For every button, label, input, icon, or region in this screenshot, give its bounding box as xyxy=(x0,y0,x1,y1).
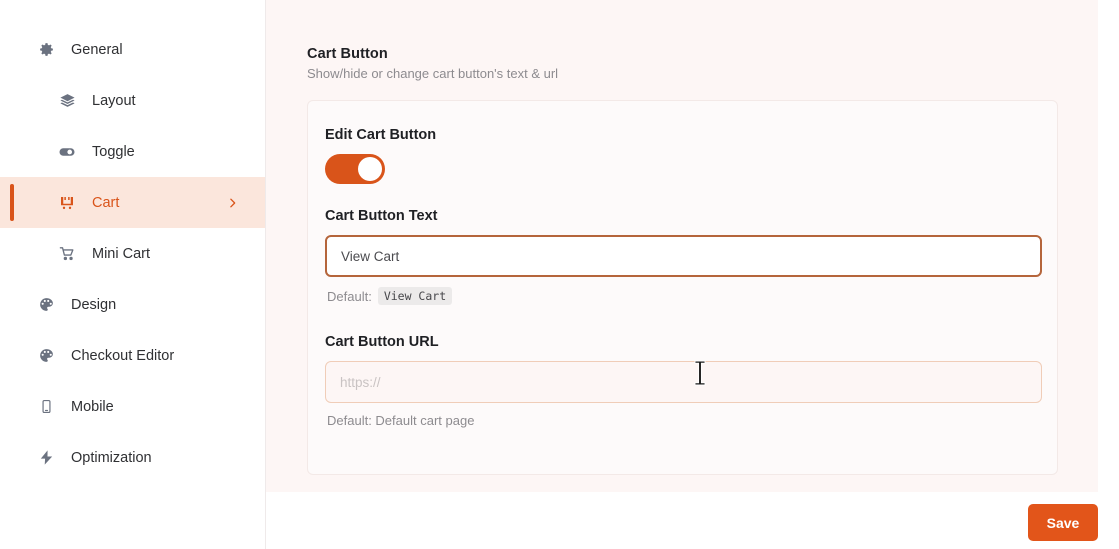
sidebar-item-layout[interactable]: Layout xyxy=(0,75,265,126)
default-value-badge: View Cart xyxy=(377,287,453,305)
edit-cart-button-label: Edit Cart Button xyxy=(325,127,437,143)
sidebar-item-label: Optimization xyxy=(71,449,152,466)
active-accent-bar xyxy=(10,184,14,221)
cart-button-url-default-hint: Default: Default cart page xyxy=(327,413,475,428)
sidebar: General Layout Toggle Cart Mini Cart Des… xyxy=(0,0,266,549)
cart-button-card: Edit Cart Button Cart Button Text Defaul… xyxy=(307,100,1058,475)
page-title: Cart Button xyxy=(307,46,388,62)
chevron-right-icon xyxy=(226,196,239,209)
sidebar-item-label: General xyxy=(71,41,123,58)
sidebar-item-label: Cart xyxy=(92,194,120,211)
sidebar-item-label: Mini Cart xyxy=(92,245,151,262)
sidebar-item-label: Checkout Editor xyxy=(71,347,175,364)
settings-page: General Layout Toggle Cart Mini Cart Des… xyxy=(0,0,1119,549)
cart-icon xyxy=(57,193,77,213)
toggle-icon xyxy=(57,142,77,162)
default-prefix: Default: xyxy=(327,288,372,304)
sidebar-item-label: Mobile xyxy=(71,398,114,415)
palette-icon xyxy=(36,295,56,315)
layers-icon xyxy=(57,91,77,111)
cart-button-url-label: Cart Button URL xyxy=(325,334,439,350)
main-content: Cart Button Show/hide or change cart but… xyxy=(266,0,1119,549)
edit-cart-button-toggle[interactable] xyxy=(325,154,385,184)
mobile-icon xyxy=(36,397,56,417)
cart-button-text-label: Cart Button Text xyxy=(325,208,438,224)
sidebar-item-cart[interactable]: Cart xyxy=(0,177,265,228)
gear-icon xyxy=(36,40,56,60)
sidebar-item-toggle[interactable]: Toggle xyxy=(0,126,265,177)
cart-button-url-input[interactable] xyxy=(325,361,1042,403)
settings-panel: Cart Button Show/hide or change cart but… xyxy=(266,0,1098,492)
sidebar-item-design[interactable]: Design xyxy=(0,279,265,330)
sidebar-item-mini-cart[interactable]: Mini Cart xyxy=(0,228,265,279)
sidebar-item-label: Layout xyxy=(92,92,136,109)
sidebar-item-general[interactable]: General xyxy=(0,24,265,75)
sidebar-item-mobile[interactable]: Mobile xyxy=(0,381,265,432)
save-button[interactable]: Save xyxy=(1028,504,1098,541)
sidebar-item-label: Design xyxy=(71,296,117,313)
page-subtitle: Show/hide or change cart button's text &… xyxy=(307,66,559,81)
sidebar-item-optimization[interactable]: Optimization xyxy=(0,432,265,483)
sidebar-item-label: Toggle xyxy=(92,143,135,160)
palette-icon xyxy=(36,346,56,366)
lightning-icon xyxy=(36,448,56,468)
cart-button-text-default-hint: Default: View Cart xyxy=(327,287,1031,305)
sidebar-item-checkout-editor[interactable]: Checkout Editor xyxy=(0,330,265,381)
toggle-knob xyxy=(358,157,382,181)
cart-button-text-input[interactable] xyxy=(325,235,1042,277)
mini-cart-icon xyxy=(57,244,77,264)
